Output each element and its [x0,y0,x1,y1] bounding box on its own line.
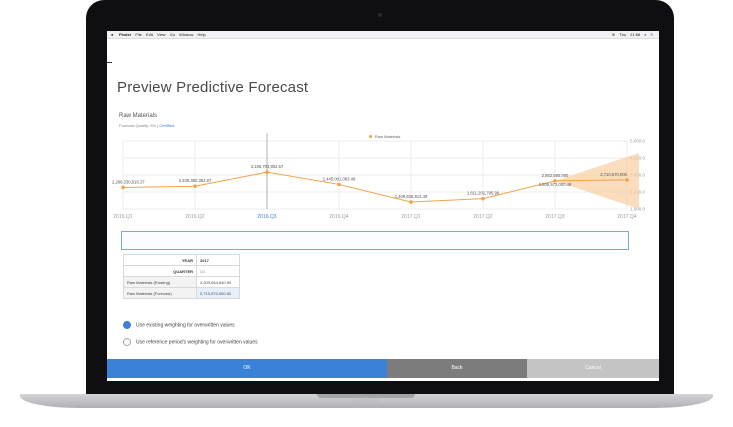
option-existing-label: Use existing weighting for overwritten v… [136,322,235,329]
radio-selected-icon[interactable] [123,321,131,329]
x-tick-label: 2017.Q3 [545,214,564,220]
data-point [337,182,341,187]
year-value: 2017 [196,254,240,266]
ok-button[interactable]: OK [107,359,387,378]
data-point [121,185,125,190]
option-existing-weighting[interactable]: Use existing weighting for overwritten v… [123,321,235,329]
data-label: 2,266,330,516.37 [112,179,145,184]
data-label: 2,339,360,392.87 [179,178,212,183]
quarter-value: Q4 [196,265,240,277]
x-tick-label: 2016.Q1 [113,214,132,220]
option-reference-label: Use reference period's weighting for ove… [136,339,258,346]
existing-value: 2,203,064,640.90 [196,276,240,288]
data-point [625,178,629,182]
data-point [193,184,197,189]
year-label: YEAR [123,254,197,266]
x-tick-label: 2016.Q2 [185,214,204,220]
data-label: 2,605,573,000.49 [539,182,572,187]
quarter-label: QUARTER [123,265,197,277]
data-point [481,196,485,201]
cancel-button[interactable]: Cancel [527,359,659,378]
x-tick-label: 2017.Q4 [617,214,636,220]
forecast-chart[interactable]: 5,000.04,000.03,000.02,000.01,000.02,266… [107,31,659,231]
brand-label: MacBook [353,398,379,404]
camera-icon [378,13,382,17]
data-point [265,170,269,174]
x-tick-label: 2016.Q4 [329,214,348,220]
back-button[interactable]: Back [387,359,527,378]
data-label: 2,710,570,000 [600,172,627,177]
radio-empty-icon[interactable] [123,338,131,346]
y-tick-label: 5,000.0 [630,139,646,144]
x-tick-label: 2017.Q2 [473,214,492,220]
forecast-label: Raw Materials (Forecast) [123,287,197,299]
forecast-value[interactable]: 2,710,570,000.00 [196,287,240,299]
data-label: 2,652,580,000 [542,173,569,178]
existing-label: Raw Materials (Existing) [123,276,197,288]
x-tick-label: 2016.Q3 [257,214,276,220]
data-label: 3,168,703,902.57 [251,164,284,169]
option-reference-weighting[interactable]: Use reference period's weighting for ove… [123,338,258,346]
x-tick-label: 2017.Q1 [401,214,420,220]
data-label: 1,409,628,913.49 [395,194,428,199]
data-point [409,200,413,204]
data-label: 2,445,001,083.49 [323,176,356,181]
data-label: 1,611,202,795.99 [467,191,500,196]
time-navigator[interactable] [121,231,629,250]
screen: ● Finder File Edit View Go Window Help ≋… [107,31,659,381]
forecast-table: YEAR 2017 QUARTER Q4 Raw Materials (Exis… [123,254,240,299]
